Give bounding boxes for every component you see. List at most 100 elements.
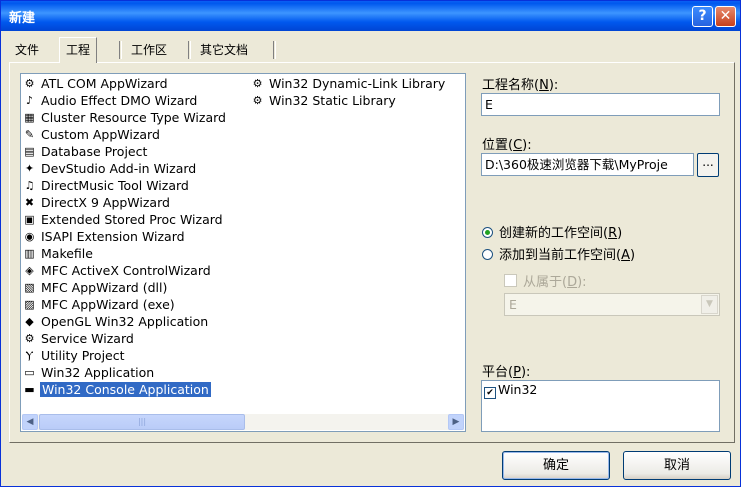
list-item-label: Custom AppWizard — [41, 127, 160, 142]
makefile-icon: ▥ — [24, 247, 35, 260]
checkbox-icon — [504, 274, 517, 287]
scroll-thumb[interactable]: ||| — [39, 414, 245, 430]
list-item[interactable]: ◈ MFC ActiveX ControlWizard — [21, 262, 227, 279]
list-item[interactable]: ▨ MFC AppWizard (exe) — [21, 296, 227, 313]
list-item[interactable]: ▭ Win32 Application — [21, 364, 227, 381]
opengl-icon: ◆ — [25, 315, 34, 328]
list-item-label: Win32 Application — [41, 365, 155, 380]
list-item-label: Cluster Resource Type Wizard — [41, 110, 226, 125]
list-item-label: OpenGL Win32 Application — [41, 314, 209, 329]
mfc-dll-icon: ▧ — [24, 281, 35, 294]
audio-icon: ♪ — [25, 94, 34, 107]
list-item-label: Win32 Console Application — [39, 381, 212, 398]
list-item[interactable]: ◉ ISAPI Extension Wizard — [21, 228, 227, 245]
custom-icon: ✎ — [24, 128, 35, 141]
add-to-workspace-radio[interactable]: 添加到当前工作空间(A) — [482, 247, 635, 265]
list-item[interactable]: ♪ Audio Effect DMO Wizard — [21, 92, 227, 109]
platform-label: 平台(P): — [482, 365, 531, 380]
help-button[interactable]: ? — [692, 6, 713, 27]
list-item-label: MFC AppWizard (dll) — [41, 280, 168, 295]
cluster-icon: ▦ — [24, 111, 35, 124]
list-item-label: MFC AppWizard (exe) — [41, 297, 175, 312]
list-item-label: DirectMusic Tool Wizard — [41, 178, 189, 193]
list-item-label: Makefile — [41, 246, 93, 261]
lib-icon: ⚙ — [252, 94, 263, 107]
list-item[interactable]: ✦ DevStudio Add-in Wizard — [21, 160, 227, 177]
mfc-exe-icon: ▨ — [24, 298, 35, 311]
new-dialog: 新建 ? ✕ 文件 工程 工作区 其它文档 ⚙ ATL COM AppWizard… — [0, 0, 741, 487]
radio-empty-icon — [482, 249, 493, 260]
list-item[interactable]: ⚙ Service Wizard — [21, 330, 227, 347]
close-button[interactable]: ✕ — [715, 6, 736, 27]
list-item-label: DevStudio Add-in Wizard — [41, 161, 197, 176]
tab-files[interactable]: 文件 — [9, 39, 45, 61]
database-icon: ▤ — [24, 145, 35, 158]
tab-separator — [119, 41, 122, 59]
list-item-label: Service Wizard — [41, 331, 134, 346]
project-type-list[interactable]: ⚙ ATL COM AppWizard ♪ Audio Effect DMO Wiza… — [20, 73, 466, 432]
list-item-label: Utility Project — [41, 348, 125, 363]
scroll-right-button[interactable]: ▶ — [448, 414, 464, 430]
dll-icon: ⚙ — [252, 77, 263, 90]
create-new-workspace-radio[interactable]: 创建新的工作空间(R) — [482, 225, 622, 243]
addin-icon: ✦ — [24, 162, 35, 175]
list-item[interactable]: ▬ Win32 Console Application — [21, 381, 227, 398]
tab-separator — [273, 41, 276, 59]
tab-other-documents[interactable]: 其它文档 — [194, 39, 254, 61]
window-title: 新建 — [9, 11, 36, 26]
list-item[interactable]: ▤ Database Project — [21, 143, 227, 160]
list-item[interactable]: ⚙ ATL COM AppWizard — [21, 75, 227, 92]
project-type-column-2: ⚙ Win32 Dynamic-Link Library ⚙ Win32 Static… — [249, 75, 446, 109]
list-item-label: Win32 Static Library — [269, 93, 396, 108]
tab-strip: 文件 工程 工作区 其它文档 — [9, 37, 729, 63]
list-item[interactable]: ♫ DirectMusic Tool Wizard — [21, 177, 227, 194]
title-bar[interactable]: 新建 ? ✕ — [1, 1, 740, 31]
list-item[interactable]: ✖ DirectX 9 AppWizard — [21, 194, 227, 211]
dependency-checkbox[interactable]: 从属于(D): — [504, 271, 587, 290]
storedproc-icon: ▣ — [24, 213, 35, 226]
tab-separator — [188, 41, 191, 59]
list-item[interactable]: ▧ MFC AppWizard (dll) — [21, 279, 227, 296]
dependency-select[interactable]: E ▼ — [504, 293, 720, 316]
chevron-down-icon[interactable]: ▼ — [701, 295, 718, 314]
activex-icon: ◈ — [25, 264, 34, 277]
location-input[interactable]: D:\360极速浏览器下载\MyProje — [481, 153, 694, 176]
list-item-label: Audio Effect DMO Wizard — [41, 93, 198, 108]
list-item[interactable]: ▦ Cluster Resource Type Wizard — [21, 109, 227, 126]
scroll-left-button[interactable]: ◀ — [22, 414, 38, 430]
location-label: 位置(C): — [482, 138, 532, 153]
project-name-label: 工程名称(N): — [482, 78, 559, 93]
list-item-label: Extended Stored Proc Wizard — [41, 212, 223, 227]
list-item-label: DirectX 9 AppWizard — [41, 195, 170, 210]
project-name-input[interactable]: E — [481, 93, 720, 116]
list-item[interactable]: ⚙ Win32 Dynamic-Link Library — [249, 75, 446, 92]
utility-icon: Ⲩ — [25, 349, 34, 362]
win32-app-icon: ▭ — [24, 366, 35, 379]
list-item[interactable]: Ⲩ Utility Project — [21, 347, 227, 364]
checkbox-checked-icon[interactable]: ✔ — [484, 387, 496, 399]
isapi-icon: ◉ — [24, 230, 35, 243]
list-item[interactable]: ⚙ Win32 Static Library — [249, 92, 446, 109]
list-item-label: Win32 Dynamic-Link Library — [269, 76, 446, 91]
music-icon: ♫ — [24, 179, 35, 192]
browse-button[interactable]: ... — [697, 153, 719, 177]
list-item-label: ATL COM AppWizard — [41, 76, 168, 91]
radio-selected-icon — [482, 227, 493, 238]
list-item-label: ISAPI Extension Wizard — [41, 229, 185, 244]
list-item[interactable]: ✎ Custom AppWizard — [21, 126, 227, 143]
platform-list[interactable]: ✔ Win32 — [481, 380, 720, 432]
tab-projects[interactable]: 工程 — [59, 37, 98, 63]
ok-button[interactable]: 确定 — [502, 451, 610, 480]
cancel-button[interactable]: 取消 — [623, 451, 731, 480]
atl-icon: ⚙ — [24, 77, 35, 90]
list-item[interactable]: ◆ OpenGL Win32 Application — [21, 313, 227, 330]
project-type-column-1: ⚙ ATL COM AppWizard ♪ Audio Effect DMO Wiza… — [21, 75, 227, 398]
list-item[interactable]: ▣ Extended Stored Proc Wizard — [21, 211, 227, 228]
horizontal-scrollbar[interactable]: ◀ ||| ▶ — [22, 414, 464, 430]
list-item[interactable]: ▥ Makefile — [21, 245, 227, 262]
console-icon: ▬ — [24, 383, 35, 396]
platform-item-win32[interactable]: ✔ Win32 — [484, 383, 537, 399]
tab-workspaces[interactable]: 工作区 — [125, 39, 173, 61]
directx-icon: ✖ — [24, 196, 35, 209]
service-icon: ⚙ — [24, 332, 35, 345]
